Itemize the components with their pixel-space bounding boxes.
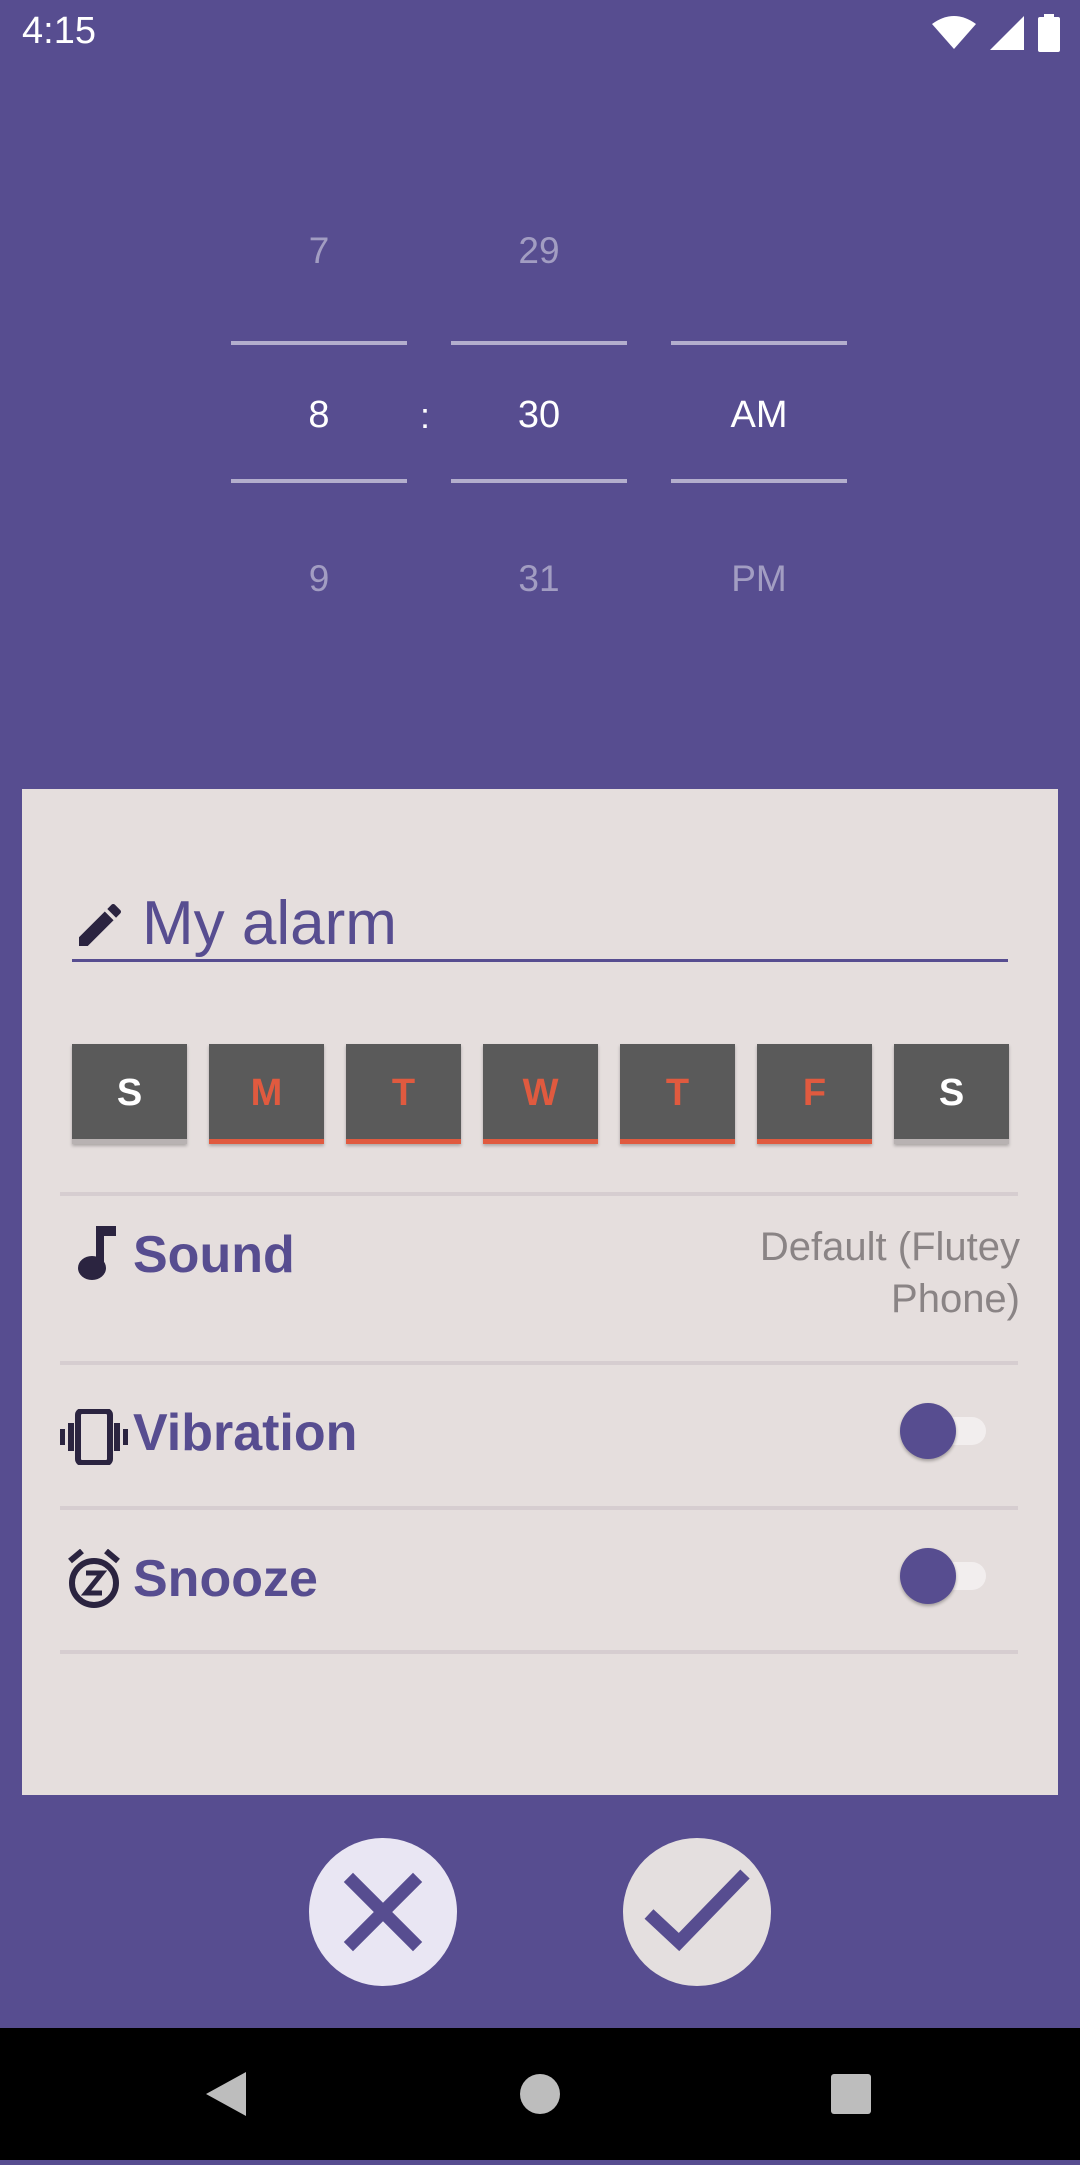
cancel-button[interactable] — [309, 1838, 457, 1986]
back-button[interactable] — [160, 2028, 292, 2160]
vibration-label: Vibration — [133, 1404, 358, 1462]
sound-label: Sound — [133, 1226, 295, 1284]
status-icons — [932, 12, 1060, 54]
period-divider-top — [671, 341, 847, 345]
check-icon — [644, 1869, 750, 1952]
time-picker[interactable]: 7 8 9 : 29 30 31 AM PM — [0, 180, 1080, 640]
time-separator: : — [420, 395, 431, 436]
recents-button[interactable] — [785, 2028, 917, 2160]
snooze-label: Snooze — [133, 1550, 318, 1608]
period-selected[interactable]: AM — [671, 394, 847, 437]
navigation-bar — [0, 2028, 1080, 2160]
alarm-name-field[interactable]: My alarm — [72, 889, 1008, 962]
minute-selected[interactable]: 30 — [451, 394, 627, 437]
hour-next[interactable]: 9 — [231, 558, 407, 600]
day-toggle-tuesday[interactable]: T — [346, 1044, 461, 1144]
home-button[interactable] — [474, 2028, 606, 2160]
pencil-icon — [79, 903, 122, 946]
hour-prev[interactable]: 7 — [231, 230, 407, 272]
alarm-settings-card: My alarm S M T W T F S Sound Default (Fl… — [22, 789, 1058, 1795]
vibration-toggle[interactable] — [900, 1399, 990, 1459]
divider — [60, 1192, 1018, 1196]
day-toggle-wednesday[interactable]: W — [483, 1044, 598, 1144]
minute-divider-bottom — [451, 479, 627, 483]
music-note-icon — [78, 1226, 116, 1280]
back-icon — [206, 2072, 246, 2116]
hour-selected[interactable]: 8 — [231, 394, 407, 437]
day-toggle-saturday[interactable]: S — [894, 1044, 1009, 1144]
toggle-thumb — [900, 1403, 956, 1459]
divider — [60, 1361, 1018, 1365]
home-icon — [520, 2074, 560, 2114]
battery-icon — [1038, 14, 1060, 52]
toggle-thumb — [900, 1548, 956, 1604]
hour-divider-bottom — [231, 479, 407, 483]
hour-divider-top — [231, 341, 407, 345]
minute-divider-top — [451, 341, 627, 345]
day-toggle-friday[interactable]: F — [757, 1044, 872, 1144]
snooze-toggle[interactable] — [900, 1544, 990, 1604]
recents-icon — [831, 2074, 871, 2114]
day-toggle-thursday[interactable]: T — [620, 1044, 735, 1144]
close-icon — [343, 1872, 423, 1952]
day-toggle-sunday[interactable]: S — [72, 1044, 187, 1144]
sound-value[interactable]: Default (Flutey Phone) — [700, 1221, 1020, 1325]
period-divider-bottom — [671, 479, 847, 483]
status-time: 4:15 — [22, 10, 96, 52]
alarm-name-input[interactable]: My alarm — [142, 889, 397, 959]
repeat-days: S M T W T F S — [72, 1044, 1032, 1144]
status-bar: 4:15 — [0, 0, 1080, 66]
minute-prev[interactable]: 29 — [451, 230, 627, 272]
confirm-button[interactable] — [623, 1838, 771, 1986]
signal-icon — [990, 16, 1024, 50]
divider — [60, 1506, 1018, 1510]
minute-next[interactable]: 31 — [451, 558, 627, 600]
day-toggle-monday[interactable]: M — [209, 1044, 324, 1144]
snooze-icon — [68, 1549, 120, 1608]
divider — [60, 1650, 1018, 1654]
period-next[interactable]: PM — [671, 558, 847, 600]
wifi-icon — [932, 16, 976, 49]
vibration-icon — [60, 1409, 128, 1465]
